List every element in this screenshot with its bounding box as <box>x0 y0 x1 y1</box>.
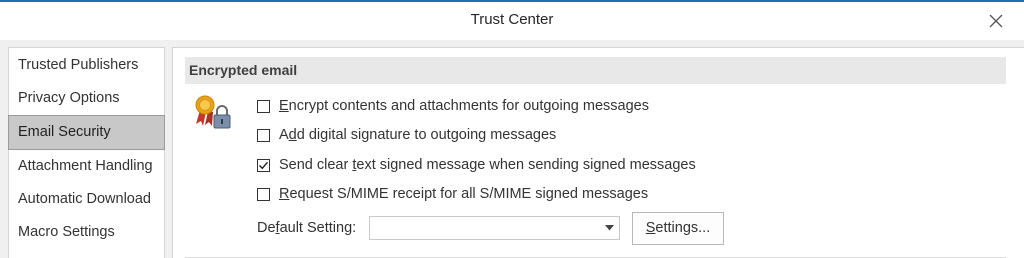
option-label: Send clear text signed message when send… <box>279 157 696 173</box>
request-smime-receipt-checkbox[interactable]: Request S/MIME receipt for all S/MIME si… <box>257 183 648 205</box>
chevron-down-icon <box>605 225 614 231</box>
checkbox-box <box>257 158 270 172</box>
sidebar-item-label: Attachment Handling <box>18 158 153 174</box>
checkbox-box <box>257 187 270 201</box>
sidebar-item-label: Macro Settings <box>18 224 115 240</box>
sidebar-item-label: Privacy Options <box>18 90 120 106</box>
sidebar-item-label: Trusted Publishers <box>18 57 139 73</box>
send-clear-text-signed-checkbox[interactable]: Send clear text signed message when send… <box>257 154 696 176</box>
checkmark-icon <box>259 161 269 169</box>
trust-center-sidebar: Trusted Publishers Privacy Options Email… <box>8 47 165 258</box>
trust-center-window: Trust Center Trusted Publishers Privacy … <box>0 0 1024 258</box>
window-title: Trust Center <box>470 11 554 28</box>
certificate-lock-icon <box>195 95 231 129</box>
encrypt-contents-checkbox[interactable]: Encrypt contents and attachments for out… <box>257 95 649 117</box>
sidebar-item-label: Email Security <box>18 124 111 140</box>
close-button[interactable] <box>982 8 1010 34</box>
default-setting-label: Default Setting: <box>257 220 357 236</box>
checkbox-box <box>257 128 270 142</box>
option-label: Request S/MIME receipt for all S/MIME si… <box>279 186 649 202</box>
title-bar: Trust Center <box>0 2 1024 40</box>
section-header-encrypted-email: Encrypted email <box>185 57 1006 84</box>
sidebar-item-automatic-download[interactable]: Automatic Download <box>9 183 164 216</box>
sidebar-item-privacy-options[interactable]: Privacy Options <box>9 82 164 115</box>
email-security-panel: Encrypted email Encrypt contents and att… <box>172 47 1024 258</box>
default-setting-dropdown[interactable] <box>369 216 620 240</box>
sidebar-item-label: Automatic Download <box>18 191 151 207</box>
sidebar-item-attachment-handling[interactable]: Attachment Handling <box>9 150 164 183</box>
option-label: Add digital signature to outgoing messag… <box>279 127 557 143</box>
add-digital-signature-checkbox[interactable]: Add digital signature to outgoing messag… <box>257 124 556 146</box>
settings-button[interactable]: Settings... <box>632 212 724 245</box>
sidebar-item-macro-settings[interactable]: Macro Settings <box>9 216 164 249</box>
sidebar-item-trusted-publishers[interactable]: Trusted Publishers <box>9 49 164 82</box>
option-label: Encrypt contents and attachments for out… <box>279 98 649 114</box>
sidebar-item-email-security[interactable]: Email Security <box>8 115 165 150</box>
checkbox-box <box>257 99 270 113</box>
close-icon <box>989 14 1003 28</box>
